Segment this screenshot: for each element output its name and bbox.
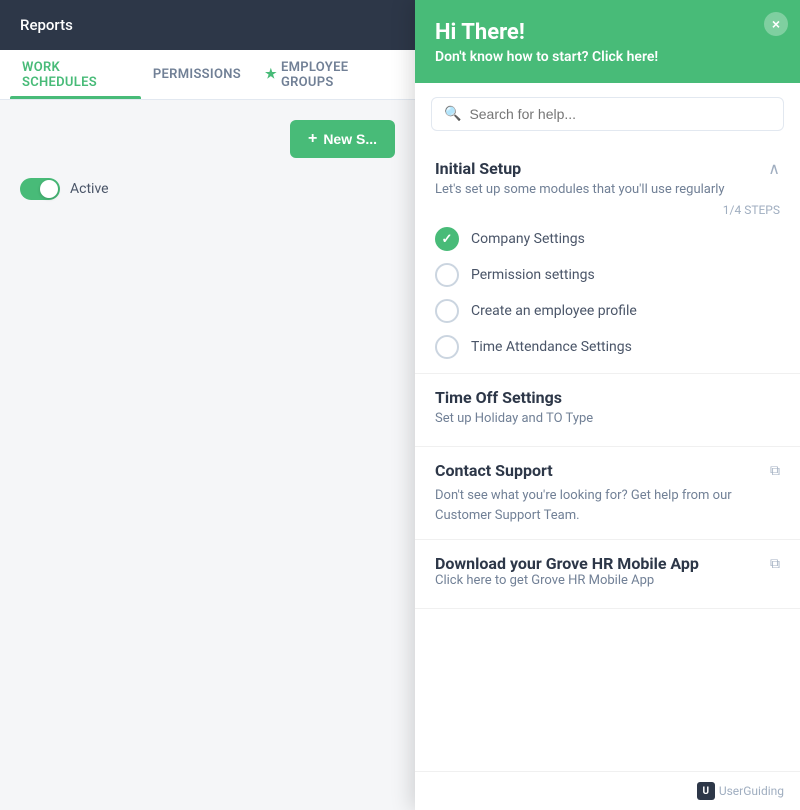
help-header: × Hi There! Don't know how to start? Cli… [415, 0, 800, 83]
setup-item-company-label: Company Settings [471, 231, 585, 247]
contact-support-desc: Don't see what you're looking for? Get h… [435, 486, 780, 525]
setup-item-company-circle [435, 227, 459, 251]
new-button-label: New S... [323, 131, 377, 147]
top-header: Reports [0, 0, 415, 50]
tab-permissions-label: PERMISSIONS [153, 67, 241, 82]
setup-item-attendance[interactable]: Time Attendance Settings [435, 335, 780, 359]
setup-item-permission-circle [435, 263, 459, 287]
active-toggle[interactable] [20, 178, 60, 200]
contact-support-link[interactable]: Contact Support ⧉ [435, 461, 780, 480]
tab-permissions[interactable]: PERMISSIONS [141, 50, 253, 99]
app-title: Reports [20, 16, 73, 34]
initial-setup-desc: Let's set up some modules that you'll us… [435, 182, 780, 197]
help-panel: × Hi There! Don't know how to start? Cli… [415, 0, 800, 810]
initial-setup-title: Initial Setup [435, 159, 521, 178]
setup-item-employee-circle [435, 299, 459, 323]
help-subtitle: Don't know how to start? Click here! [435, 49, 780, 65]
main-app-panel: Reports WORK SCHEDULES PERMISSIONS ★ EMP… [0, 0, 415, 810]
setup-item-company[interactable]: Company Settings [435, 227, 780, 251]
initial-setup-section: Initial Setup ∧ Let's set up some module… [415, 145, 800, 374]
time-off-header[interactable]: Time Off Settings [435, 388, 780, 407]
help-body: Initial Setup ∧ Let's set up some module… [415, 137, 800, 771]
plus-icon: + [308, 130, 317, 148]
star-icon: ★ [265, 67, 277, 82]
active-toggle-row: Active [20, 178, 395, 200]
setup-item-attendance-label: Time Attendance Settings [471, 339, 632, 355]
time-off-section: Time Off Settings Set up Holiday and TO … [415, 374, 800, 447]
time-off-title: Time Off Settings [435, 388, 562, 407]
setup-item-permission-label: Permission settings [471, 267, 595, 283]
mobile-app-section: Download your Grove HR Mobile App ⧉ Clic… [415, 540, 800, 609]
setup-item-attendance-circle [435, 335, 459, 359]
tab-work-schedules[interactable]: WORK SCHEDULES [10, 50, 141, 99]
tab-bar: WORK SCHEDULES PERMISSIONS ★ EMPLOYEE GR… [0, 50, 415, 100]
tab-work-schedules-label: WORK SCHEDULES [22, 60, 129, 90]
main-content: + New S... Active [0, 100, 415, 810]
steps-count: 1/4 STEPS [435, 203, 780, 217]
contact-support-section: Contact Support ⧉ Don't see what you're … [415, 447, 800, 540]
userguiding-icon: U [697, 782, 715, 800]
contact-support-title: Contact Support [435, 461, 553, 480]
tab-employee-groups[interactable]: ★ EMPLOYEE GROUPS [253, 50, 405, 99]
help-close-button[interactable]: × [764, 12, 788, 36]
tab-employee-groups-label: EMPLOYEE GROUPS [281, 60, 393, 90]
search-bar: 🔍 [431, 97, 784, 131]
setup-items: Company Settings Permission settings Cre… [435, 227, 780, 359]
search-icon: 🔍 [444, 106, 461, 122]
setup-item-permission[interactable]: Permission settings [435, 263, 780, 287]
setup-item-employee[interactable]: Create an employee profile [435, 299, 780, 323]
mobile-app-title: Download your Grove HR Mobile App [435, 554, 699, 573]
setup-item-employee-label: Create an employee profile [471, 303, 637, 319]
external-link-icon-2: ⧉ [770, 556, 780, 572]
new-schedule-button[interactable]: + New S... [290, 120, 395, 158]
chevron-up-icon: ∧ [768, 159, 780, 178]
mobile-app-desc: Click here to get Grove HR Mobile App [435, 573, 780, 588]
mobile-app-link[interactable]: Download your Grove HR Mobile App ⧉ [435, 554, 780, 573]
userguiding-logo: U UserGuiding [697, 782, 784, 800]
userguiding-footer: U UserGuiding [415, 771, 800, 810]
help-title: Hi There! [435, 20, 780, 45]
time-off-desc: Set up Holiday and TO Type [435, 411, 780, 426]
initial-setup-header[interactable]: Initial Setup ∧ [435, 159, 780, 178]
external-link-icon: ⧉ [770, 463, 780, 479]
userguiding-label: UserGuiding [719, 784, 784, 798]
search-input[interactable] [469, 106, 771, 122]
active-label: Active [70, 181, 109, 197]
